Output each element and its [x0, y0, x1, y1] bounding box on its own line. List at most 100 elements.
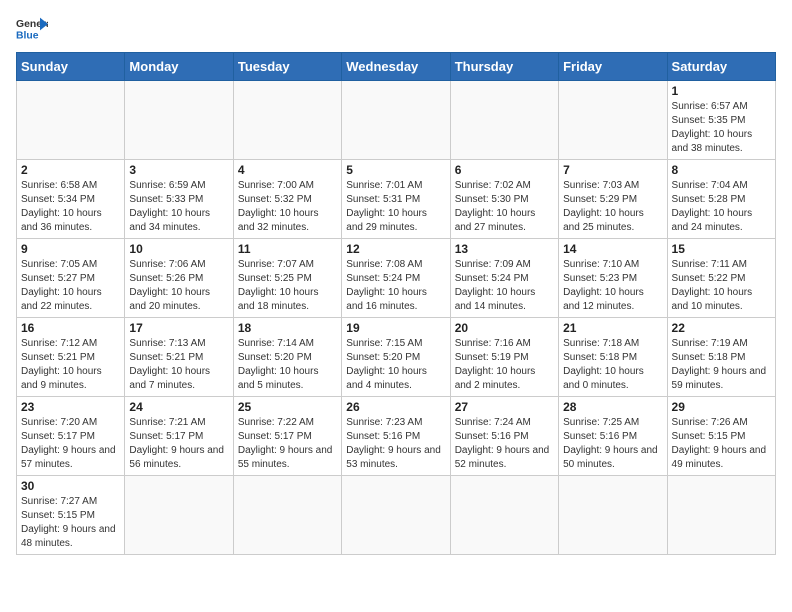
calendar-cell: 22Sunrise: 7:19 AM Sunset: 5:18 PM Dayli…	[667, 318, 775, 397]
calendar-cell: 6Sunrise: 7:02 AM Sunset: 5:30 PM Daylig…	[450, 160, 558, 239]
calendar-week-row: 16 Sunrise: 7:12 AM Sunset: 5:21 PM Dayli…	[17, 318, 776, 397]
calendar-cell	[233, 81, 341, 160]
calendar-cell: 10 Sunrise: 7:06 AM Sunset: 5:26 PM Dayli…	[125, 239, 233, 318]
calendar-cell: 24 Sunrise: 7:21 AM Sunset: 5:17 PM Dayli…	[125, 397, 233, 476]
calendar-cell: 1 Sunrise: 6:57 AM Sunset: 5:35 PM Daylig…	[667, 81, 775, 160]
day-number: 25	[238, 400, 337, 414]
day-info: Sunrise: 7:26 AM Sunset: 5:15 PM Dayligh…	[672, 416, 771, 472]
day-info: Sunrise: 7:06 AM Sunset: 5:26 PM Dayligh…	[129, 258, 228, 314]
calendar-cell: 17Sunrise: 7:13 AM Sunset: 5:21 PM Dayli…	[125, 318, 233, 397]
day-number: 11	[238, 242, 337, 256]
day-number: 15	[672, 242, 771, 256]
calendar-table: SundayMondayTuesdayWednesdayThursdayFrid…	[16, 52, 776, 555]
calendar-week-row: 23Sunrise: 7:20 AM Sunset: 5:17 PM Dayli…	[17, 397, 776, 476]
calendar-header-row: SundayMondayTuesdayWednesdayThursdayFrid…	[17, 53, 776, 81]
column-header-tuesday: Tuesday	[233, 53, 341, 81]
calendar-cell: 19 Sunrise: 7:15 AM Sunset: 5:20 PM Dayli…	[342, 318, 450, 397]
day-info: Sunrise: 7:11 AM Sunset: 5:22 PM Dayligh…	[672, 258, 771, 314]
day-info: Sunrise: 7:10 AM Sunset: 5:23 PM Dayligh…	[563, 258, 662, 314]
calendar-cell	[559, 476, 667, 555]
day-number: 18	[238, 321, 337, 335]
day-info: Sunrise: 7:21 AM Sunset: 5:17 PM Dayligh…	[129, 416, 228, 472]
day-number: 10	[129, 242, 228, 256]
day-info: Sunrise: 6:59 AM Sunset: 5:33 PM Dayligh…	[129, 179, 228, 235]
calendar-cell: 23Sunrise: 7:20 AM Sunset: 5:17 PM Dayli…	[17, 397, 125, 476]
day-number: 8	[672, 163, 771, 177]
day-number: 3	[129, 163, 228, 177]
day-info: Sunrise: 7:22 AM Sunset: 5:17 PM Dayligh…	[238, 416, 337, 472]
day-number: 16	[21, 321, 120, 335]
calendar-cell: 5Sunrise: 7:01 AM Sunset: 5:31 PM Daylig…	[342, 160, 450, 239]
column-header-sunday: Sunday	[17, 53, 125, 81]
logo-icon: General Blue	[16, 16, 48, 44]
day-info: Sunrise: 7:12 AM Sunset: 5:21 PM Dayligh…	[21, 337, 120, 393]
day-info: Sunrise: 7:05 AM Sunset: 5:27 PM Dayligh…	[21, 258, 120, 314]
day-info: Sunrise: 7:18 AM Sunset: 5:18 PM Dayligh…	[563, 337, 662, 393]
calendar-week-row: 2Sunrise: 6:58 AM Sunset: 5:34 PM Daylig…	[17, 160, 776, 239]
calendar-cell: 4Sunrise: 7:00 AM Sunset: 5:32 PM Daylig…	[233, 160, 341, 239]
calendar-cell: 3 Sunrise: 6:59 AM Sunset: 5:33 PM Daylig…	[125, 160, 233, 239]
day-number: 7	[563, 163, 662, 177]
day-info: Sunrise: 7:14 AM Sunset: 5:20 PM Dayligh…	[238, 337, 337, 393]
calendar-cell: 13 Sunrise: 7:09 AM Sunset: 5:24 PM Dayli…	[450, 239, 558, 318]
calendar-cell	[342, 476, 450, 555]
calendar-cell: 14 Sunrise: 7:10 AM Sunset: 5:23 PM Dayli…	[559, 239, 667, 318]
calendar-cell: 26Sunrise: 7:23 AM Sunset: 5:16 PM Dayli…	[342, 397, 450, 476]
calendar-cell: 16 Sunrise: 7:12 AM Sunset: 5:21 PM Dayli…	[17, 318, 125, 397]
calendar-week-row: 1 Sunrise: 6:57 AM Sunset: 5:35 PM Daylig…	[17, 81, 776, 160]
calendar-cell	[667, 476, 775, 555]
calendar-cell: 30 Sunrise: 7:27 AM Sunset: 5:15 PM Dayli…	[17, 476, 125, 555]
day-number: 14	[563, 242, 662, 256]
logo: General Blue	[16, 16, 52, 44]
day-number: 20	[455, 321, 554, 335]
calendar-cell: 20 Sunrise: 7:16 AM Sunset: 5:19 PM Dayli…	[450, 318, 558, 397]
column-header-saturday: Saturday	[667, 53, 775, 81]
day-info: Sunrise: 7:20 AM Sunset: 5:17 PM Dayligh…	[21, 416, 120, 472]
day-info: Sunrise: 7:08 AM Sunset: 5:24 PM Dayligh…	[346, 258, 445, 314]
day-number: 12	[346, 242, 445, 256]
day-info: Sunrise: 6:57 AM Sunset: 5:35 PM Dayligh…	[672, 100, 771, 156]
calendar-cell: 27Sunrise: 7:24 AM Sunset: 5:16 PM Dayli…	[450, 397, 558, 476]
calendar-cell	[450, 476, 558, 555]
page-header: General Blue	[16, 16, 776, 44]
calendar-cell: 25 Sunrise: 7:22 AM Sunset: 5:17 PM Dayli…	[233, 397, 341, 476]
calendar-week-row: 9 Sunrise: 7:05 AM Sunset: 5:27 PM Daylig…	[17, 239, 776, 318]
calendar-cell	[342, 81, 450, 160]
column-header-wednesday: Wednesday	[342, 53, 450, 81]
calendar-cell: 11 Sunrise: 7:07 AM Sunset: 5:25 PM Dayli…	[233, 239, 341, 318]
day-info: Sunrise: 7:16 AM Sunset: 5:19 PM Dayligh…	[455, 337, 554, 393]
day-number: 9	[21, 242, 120, 256]
day-info: Sunrise: 7:07 AM Sunset: 5:25 PM Dayligh…	[238, 258, 337, 314]
calendar-cell: 2Sunrise: 6:58 AM Sunset: 5:34 PM Daylig…	[17, 160, 125, 239]
column-header-thursday: Thursday	[450, 53, 558, 81]
calendar-cell: 12 Sunrise: 7:08 AM Sunset: 5:24 PM Dayli…	[342, 239, 450, 318]
day-number: 29	[672, 400, 771, 414]
calendar-cell	[17, 81, 125, 160]
column-header-friday: Friday	[559, 53, 667, 81]
calendar-cell: 28 Sunrise: 7:25 AM Sunset: 5:16 PM Dayli…	[559, 397, 667, 476]
calendar-cell	[450, 81, 558, 160]
day-number: 27	[455, 400, 554, 414]
day-info: Sunrise: 7:04 AM Sunset: 5:28 PM Dayligh…	[672, 179, 771, 235]
day-info: Sunrise: 7:25 AM Sunset: 5:16 PM Dayligh…	[563, 416, 662, 472]
day-number: 13	[455, 242, 554, 256]
day-info: Sunrise: 7:15 AM Sunset: 5:20 PM Dayligh…	[346, 337, 445, 393]
day-number: 21	[563, 321, 662, 335]
day-info: Sunrise: 7:27 AM Sunset: 5:15 PM Dayligh…	[21, 495, 120, 551]
day-info: Sunrise: 7:01 AM Sunset: 5:31 PM Dayligh…	[346, 179, 445, 235]
calendar-cell: 8 Sunrise: 7:04 AM Sunset: 5:28 PM Daylig…	[667, 160, 775, 239]
calendar-cell	[233, 476, 341, 555]
day-number: 1	[672, 84, 771, 98]
calendar-cell	[125, 81, 233, 160]
day-info: Sunrise: 6:58 AM Sunset: 5:34 PM Dayligh…	[21, 179, 120, 235]
day-number: 28	[563, 400, 662, 414]
day-info: Sunrise: 7:00 AM Sunset: 5:32 PM Dayligh…	[238, 179, 337, 235]
calendar-cell: 9 Sunrise: 7:05 AM Sunset: 5:27 PM Daylig…	[17, 239, 125, 318]
day-number: 24	[129, 400, 228, 414]
calendar-cell: 21 Sunrise: 7:18 AM Sunset: 5:18 PM Dayli…	[559, 318, 667, 397]
day-info: Sunrise: 7:09 AM Sunset: 5:24 PM Dayligh…	[455, 258, 554, 314]
calendar-cell	[125, 476, 233, 555]
day-number: 19	[346, 321, 445, 335]
calendar-cell: 18 Sunrise: 7:14 AM Sunset: 5:20 PM Dayli…	[233, 318, 341, 397]
day-number: 30	[21, 479, 120, 493]
